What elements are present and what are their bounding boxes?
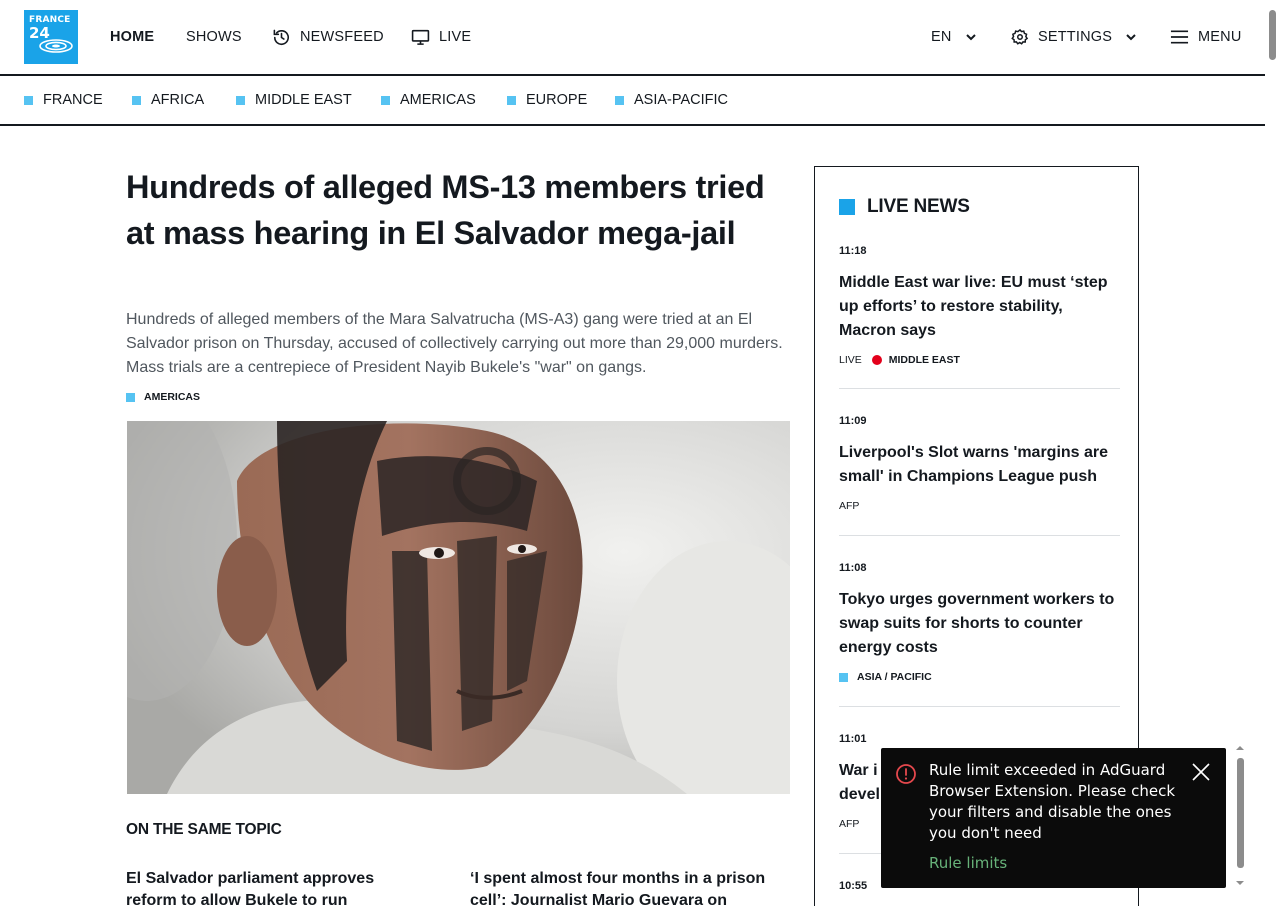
page-scrollbar[interactable] xyxy=(1265,0,1280,906)
region-link-middle-east[interactable]: MIDDLE EAST xyxy=(236,92,352,108)
article-hero-image xyxy=(127,421,790,794)
nav-newsfeed[interactable]: NEWSFEED xyxy=(272,27,384,47)
logo-waves-icon xyxy=(39,39,73,53)
region-square-icon xyxy=(236,95,245,105)
region-link-africa[interactable]: AFRICA xyxy=(132,92,204,108)
language-selector[interactable]: EN xyxy=(931,27,977,47)
region-link-asia-pacific[interactable]: ASIA-PACIFIC xyxy=(615,92,728,108)
item-title: Liverpool's Slot warns 'margins are smal… xyxy=(839,444,1109,485)
main-menu-button[interactable]: MENU xyxy=(1170,27,1242,47)
gear-icon xyxy=(1011,28,1029,46)
item-source: AFP xyxy=(839,500,860,512)
adguard-notification-toast: Rule limit exceeded in AdGuard Browser E… xyxy=(881,748,1226,888)
same-topic-heading: ON THE SAME TOPIC xyxy=(126,821,282,838)
top-navigation-bar: FRANCE 24 HOME SHOWS NEWSFEED LIVE EN SE… xyxy=(0,0,1265,76)
article-lede: Hundreds of alleged members of the Mara … xyxy=(126,311,783,376)
live-news-item[interactable]: 11:08 Tokyo urges government workers to … xyxy=(839,562,1120,707)
live-label: LIVE xyxy=(839,354,862,366)
item-title: Tokyo urges government workers to swap s… xyxy=(839,591,1115,656)
history-icon xyxy=(272,28,291,47)
nav-live[interactable]: LIVE xyxy=(411,27,471,47)
article-tag-americas[interactable]: AMERICAS xyxy=(126,391,200,403)
chevron-down-icon xyxy=(1125,33,1137,41)
item-time: 11:09 xyxy=(839,415,867,427)
region-link-europe[interactable]: EUROPE xyxy=(507,92,587,108)
live-news-item[interactable]: 11:18 Middle East war live: EU must ‘ste… xyxy=(839,245,1120,389)
region-square-icon xyxy=(615,95,624,105)
tag-square-icon xyxy=(839,672,848,682)
rule-limits-link[interactable]: Rule limits xyxy=(929,854,1007,872)
item-time: 11:08 xyxy=(839,562,867,574)
region-link-americas[interactable]: AMERICAS xyxy=(381,92,476,108)
item-time: 11:18 xyxy=(839,245,867,257)
france24-logo[interactable]: FRANCE 24 xyxy=(24,10,78,64)
tv-monitor-icon xyxy=(411,28,430,46)
settings-menu[interactable]: SETTINGS xyxy=(1011,27,1137,47)
toast-message: Rule limit exceeded in AdGuard Browser E… xyxy=(929,761,1176,842)
tag-square-icon xyxy=(126,392,135,402)
item-meta: ASIA / PACIFIC xyxy=(839,670,1120,684)
nav-home[interactable]: HOME xyxy=(110,27,154,47)
warning-icon xyxy=(895,763,917,790)
region-square-icon xyxy=(381,95,390,105)
live-square-icon xyxy=(839,199,855,215)
live-dot-icon xyxy=(871,355,882,365)
article-headline: Hundreds of alleged MS-13 members tried … xyxy=(126,169,765,251)
item-meta: AFP xyxy=(839,499,1120,513)
region-square-icon xyxy=(24,95,33,105)
hamburger-icon xyxy=(1170,29,1189,45)
live-news-heading: LIVE NEWS xyxy=(839,196,970,218)
related-article-link[interactable]: ‘I spent almost four months in a prison … xyxy=(470,868,770,906)
item-tag: MIDDLE EAST xyxy=(888,354,960,366)
related-article-link[interactable]: El Salvador parliament approves reform t… xyxy=(126,868,426,906)
chevron-down-icon xyxy=(965,33,977,41)
scrollbar-thumb[interactable] xyxy=(1269,10,1276,60)
item-title: Middle East war live: EU must ‘step up e… xyxy=(839,274,1108,339)
item-source: AFP xyxy=(839,818,860,830)
item-time: 11:01 xyxy=(839,733,867,745)
live-news-item[interactable]: 11:09 Liverpool's Slot warns 'margins ar… xyxy=(839,415,1120,536)
tattooed-face-photo xyxy=(127,421,790,794)
close-icon[interactable] xyxy=(1192,763,1210,786)
toast-scrollbar[interactable] xyxy=(1234,744,1246,889)
region-link-france[interactable]: FRANCE xyxy=(24,92,103,108)
regions-navigation: FRANCE AFRICA MIDDLE EAST AMERICAS EUROP… xyxy=(0,76,1265,126)
region-square-icon xyxy=(507,95,516,105)
toast-scrollbar-thumb[interactable] xyxy=(1237,758,1244,868)
item-meta: LIVE MIDDLE EAST xyxy=(839,353,1120,367)
region-square-icon xyxy=(132,95,141,105)
nav-shows[interactable]: SHOWS xyxy=(186,27,242,47)
item-tag: ASIA / PACIFIC xyxy=(857,671,932,683)
